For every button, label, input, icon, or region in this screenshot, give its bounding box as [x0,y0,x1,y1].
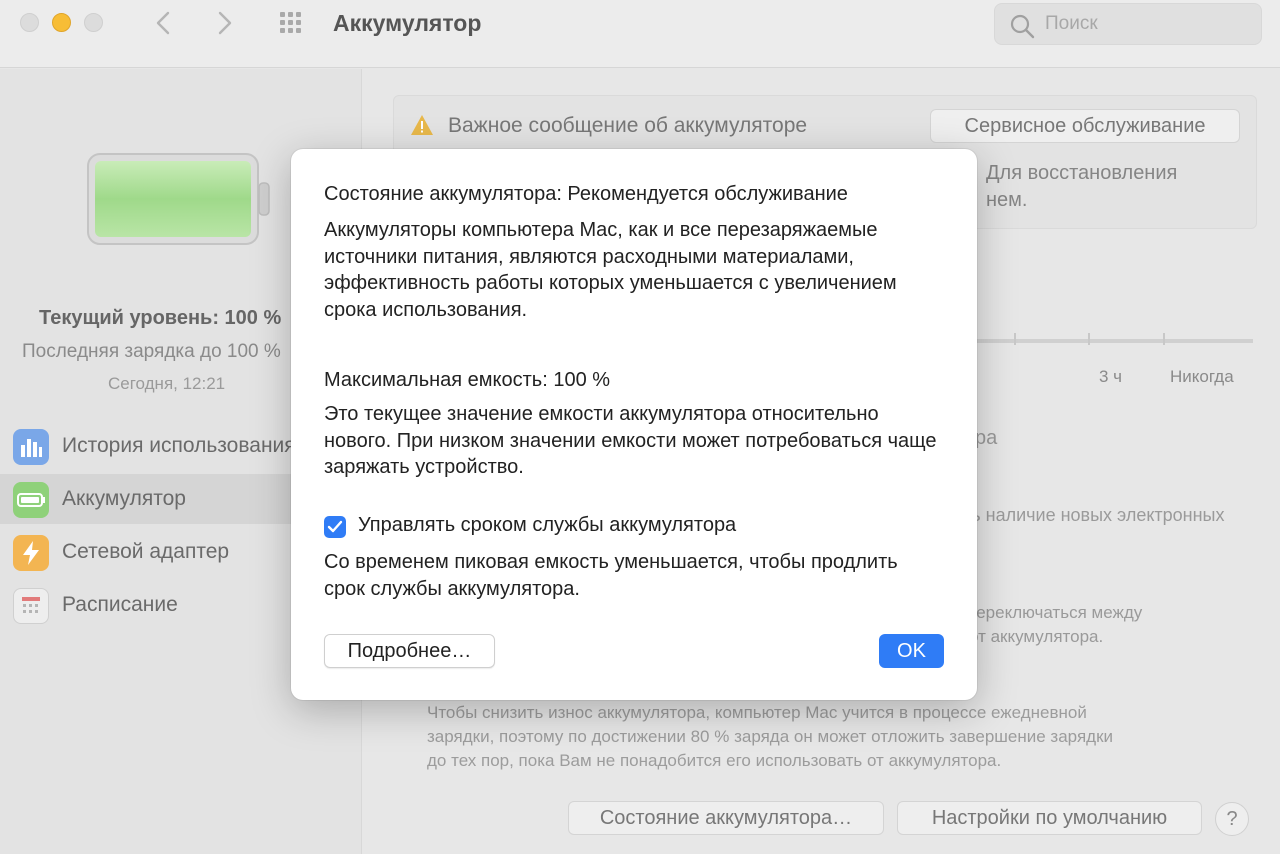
search-icon [1010,14,1035,39]
slider-tick [1014,333,1016,345]
partial-text: ть наличие новых электронных [963,505,1225,525]
warning-icon [411,115,433,135]
slider-label-3h: 3 ч [1099,367,1123,386]
manage-battery-description: Со временем пиковая емкость уменьшается,… [324,551,898,600]
sidebar-item-label: Расписание [62,593,178,616]
last-charge-label: Последняя зарядка до 100 % [22,341,281,362]
capacity-description: Это текущее значение емкости аккумулятор… [324,403,937,478]
chevron-right-icon [218,11,232,35]
help-button[interactable]: ? [1215,802,1249,836]
important-message-title: Важное сообщение об аккумуляторе [448,114,808,137]
search-field[interactable] [994,3,1262,45]
learn-more-button[interactable]: Подробнее… [324,634,495,668]
back-button[interactable] [150,8,176,38]
dialog-heading: Состояние аккумулятора: Рекомендуется об… [324,183,848,205]
chevron-left-icon [156,11,170,35]
title-bar: Аккумулятор [0,0,1280,68]
partial-text: от аккумулятора. [969,627,1104,646]
calendar-icon [13,588,49,624]
slider-tick [1163,333,1165,345]
sidebar-item-label: Сетевой адаптер [62,540,230,563]
description-line: до тех пор, пока Вам не понадобится его … [427,751,1002,770]
service-button[interactable]: Сервисное обслуживание [930,109,1240,143]
checkmark-icon [327,520,343,533]
slider-tick [1088,333,1090,345]
show-all-button[interactable] [278,10,308,38]
message-text-line: Для восстановления [986,162,1178,184]
partial-text: ра [975,427,998,449]
zoom-window-button[interactable] [84,13,103,32]
sidebar-item-label: История использования [62,434,296,457]
close-window-button[interactable] [20,13,39,32]
partial-text: переключаться между [967,603,1143,622]
description-line: Чтобы снизить износ аккумулятора, компью… [427,703,1087,722]
current-level-label: Текущий уровень: 100 % [39,307,282,329]
ok-button[interactable]: OK [879,634,944,668]
message-text-line: нем. [986,189,1028,211]
max-capacity-label: Максимальная емкость: 100 % [324,369,611,391]
minimize-window-button[interactable] [52,13,71,32]
bar-chart-icon [13,429,49,465]
battery-health-dialog: Состояние аккумулятора: Рекомендуется об… [291,149,977,700]
manage-battery-checkbox-label[interactable]: Управлять сроком службы аккумулятора [358,514,736,537]
restore-defaults-button[interactable]: Настройки по умолчанию [897,801,1202,835]
forward-button[interactable] [212,8,238,38]
grid-icon [280,12,301,33]
battery-health-button[interactable]: Состояние аккумулятора… [568,801,884,835]
message-text: Для восстановления нем. [986,160,1177,214]
description-line: зарядки, поэтому по достижении 80 % заря… [427,727,1114,746]
battery-small-icon [13,482,49,518]
optimized-charging-description: Чтобы снизить износ аккумулятора, компью… [427,701,1113,773]
dialog-body-text: Аккумуляторы компьютера Mac, как и все п… [324,219,897,321]
search-input[interactable] [1045,10,1245,38]
sidebar-item-label: Аккумулятор [62,487,186,510]
last-charge-time: Сегодня, 12:21 [108,374,226,393]
window-title: Аккумулятор [333,10,482,36]
slider-label-never: Никогда [1170,367,1234,386]
lightning-icon [13,535,49,571]
manage-battery-checkbox[interactable] [324,516,346,538]
battery-icon [87,153,273,250]
